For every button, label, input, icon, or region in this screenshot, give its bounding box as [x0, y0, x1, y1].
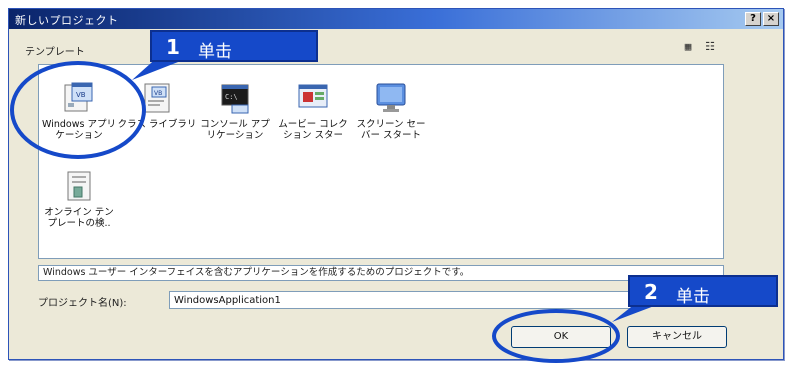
highlight-circle-ok	[492, 309, 620, 363]
callout-number: 2	[644, 280, 658, 304]
callout-step-2: 2 单击	[628, 275, 778, 307]
callout-number: 1	[166, 35, 180, 59]
callout-text: 单击	[198, 42, 232, 62]
callout-step-1: 1 单击	[150, 30, 318, 62]
annotation-overlay	[10, 55, 670, 363]
callout-text: 单击	[676, 287, 710, 307]
highlight-circle-template	[10, 61, 146, 159]
